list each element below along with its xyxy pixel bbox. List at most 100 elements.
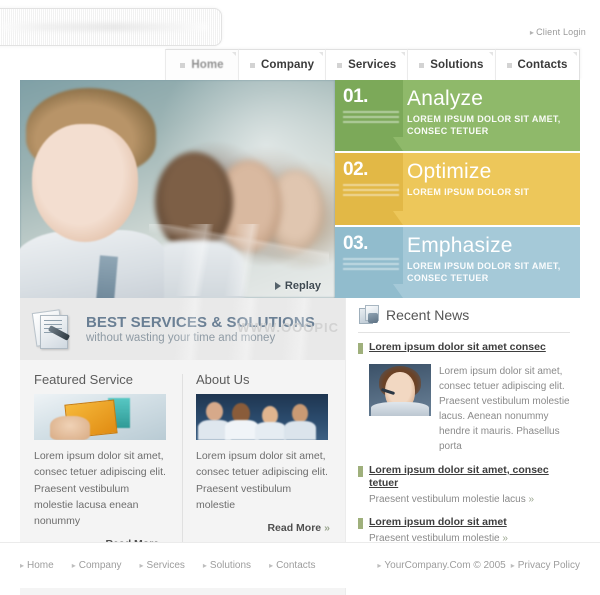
news-photo-shoulder [371,401,429,416]
footer-link-home[interactable]: ▸ Home [20,560,54,571]
nav-tab-label: Services [348,59,397,71]
news-item-desc-text: Praesent vestibulum molestie lacus [369,493,526,505]
chevron-right-icon: ▸ [510,561,515,570]
column-body: Lorem ipsum dolor sit amet, consec tetue… [34,450,166,528]
recent-news-header: Recent News [358,304,570,333]
news-item-title-row[interactable]: Lorem ipsum dolor sit amet [358,516,570,530]
square-bullet-icon [358,343,363,354]
client-login-label: Client Login [536,27,586,37]
client-login-link[interactable]: ▸ Client Login [530,27,586,37]
column-about-us: About Us Lorem ipsum dolor sit amet, con… [182,372,344,562]
hero-feature-bands: 01. Analyze LOREM IPSUM DOLOR SIT AMET, … [335,80,580,298]
site-header: ▸ Client Login Home Company Services Solu… [0,0,600,80]
chevron-right-icon: ▸ [529,28,535,37]
news-lead-item: Lorem ipsum dolor sit amet consec [358,341,570,355]
double-chevron-icon: » [324,522,330,535]
nav-tab-services[interactable]: Services [325,49,409,80]
thumb-hand-shape [50,416,90,440]
footer-link-label: Solutions [209,560,252,571]
hero-band-text: Emphasize LOREM IPSUM DOLOR SIT AMET, CO… [403,227,580,298]
footer-privacy-policy-link[interactable]: ▸ Privacy Policy [511,560,580,571]
footer-copyright: ▸ YourCompany.Com © 2005 [377,560,505,571]
square-bullet-icon [358,518,363,530]
nav-tab-company[interactable]: Company [238,49,327,80]
chevron-right-icon: ▸ [377,561,382,570]
hero-band-text: Optimize LOREM IPSUM DOLOR SIT [403,153,539,224]
replay-label: Replay [284,280,321,292]
thumb-person-head [206,402,223,421]
footer-copyright-text: YourCompany.Com © 2005 [384,560,506,571]
news-item-title-row[interactable]: Lorem ipsum dolor sit amet, consec tetue… [358,464,570,491]
footer-link-label: Contacts [276,560,316,571]
hero-person-1-tie [96,255,118,298]
hero-band-analyze[interactable]: 01. Analyze LOREM IPSUM DOLOR SIT AMET, … [335,80,580,152]
nav-tab-label: Company [261,59,315,71]
square-bullet-icon [250,62,255,68]
replay-button[interactable]: Replay [274,280,321,292]
footer-links: ▸ Home ▸ Company ▸ Services ▸ Solutions ▸ Con… [20,560,316,571]
hero-band-subtitle: LOREM IPSUM DOLOR SIT AMET, CONSEC TETUE… [407,114,561,137]
thumb-person-body [284,421,316,440]
news-icon [358,304,380,326]
featured-service-thumbnail [34,394,166,440]
hero-band-optimize[interactable]: 02. Optimize LOREM IPSUM DOLOR SIT [335,153,580,225]
site-footer: ▸ Home ▸ Company ▸ Services ▸ Solutions ▸ Con… [0,542,600,588]
news-lead-text: Lorem ipsum dolor sit amet, consec tetue… [439,365,570,452]
square-bullet-icon [506,62,512,68]
footer-link-services[interactable]: ▸ Services [140,560,185,571]
nav-tab-label: Contacts [517,59,568,71]
read-more-label: Read More [267,522,322,535]
hero-band-number: 01. [343,86,368,107]
banner-watermark-text: WWW.OOOPIC [237,320,339,335]
hero-band-emphasize[interactable]: 03. Emphasize LOREM IPSUM DOLOR SIT AMET… [335,226,580,298]
hero-band-micro-text [343,184,399,199]
news-lead-title-row[interactable]: Lorem ipsum dolor sit amet consec [358,341,570,355]
news-item-title-link[interactable]: Lorem ipsum dolor sit amet, consec tetue… [369,464,570,491]
square-bullet-icon [180,62,186,68]
column-heading: About Us [196,372,250,387]
footer-link-solutions[interactable]: ▸ Solutions [203,560,251,571]
news-item-desc: Praesent vestibulum molestie lacus » [369,493,570,508]
hero-band-number-column: 03. [335,226,403,298]
thumb-person-body [255,422,286,440]
nav-tab-label: Solutions [430,59,484,71]
footer-link-label: Home [27,560,54,571]
hero-band-number: 03. [343,232,368,254]
nav-tab-home[interactable]: Home [165,49,239,80]
square-bullet-icon [419,62,425,68]
footer-right: ▸ YourCompany.Com © 2005 ▸ Privacy Policy [377,560,580,571]
hero-person-1-face [32,124,138,242]
column-heading: Featured Service [34,372,133,387]
nav-tab-solutions[interactable]: Solutions [407,49,496,80]
hero-band-number: 02. [343,159,368,181]
news-lead-title-link[interactable]: Lorem ipsum dolor sit amet consec [369,341,546,355]
chevron-right-icon: ▸ [71,561,76,570]
about-us-thumbnail [196,394,328,440]
documents-icon [30,306,76,352]
logo-placeholder[interactable] [0,8,222,46]
square-bullet-icon [337,62,343,68]
chevron-right-icon: ▸ [202,561,207,570]
hero-band-title: Emphasize [407,233,513,257]
hero-band-micro-text [343,111,399,125]
hero-band-subtitle: LOREM IPSUM DOLOR SIT [407,187,530,198]
square-bullet-icon [358,465,363,477]
nav-tab-contacts[interactable]: Contacts [494,49,580,80]
hero-section: Replay 01. Analyze LOREM IPSUM DOLOR SIT… [20,80,580,298]
logo-blurred-text [3,23,207,31]
hero-band-subtitle: LOREM IPSUM DOLOR SIT AMET, CONSEC TETUE… [407,260,561,283]
hero-band-title: Analyze [407,87,484,110]
services-banner: BEST SERVICES & SOLUTIONS without wastin… [20,298,345,360]
nav-tab-label: Home [191,59,224,71]
footer-link-contacts[interactable]: ▸ Contacts [269,560,315,571]
news-lead-photo [369,363,431,416]
news-item-title-link[interactable]: Lorem ipsum dolor sit amet [369,516,507,530]
hero-band-number-column: 01. [335,80,403,152]
hero-band-micro-text [343,257,399,272]
feature-columns: Featured Service Lorem ipsum dolor sit a… [20,360,345,562]
thumb-person-body [225,420,259,440]
recent-news-title: Recent News [386,307,470,323]
footer-link-company[interactable]: ▸ Company [72,560,122,571]
footer-privacy-label: Privacy Policy [517,560,580,571]
main-navigation: Home Company Services Solutions Contacts [165,46,580,80]
